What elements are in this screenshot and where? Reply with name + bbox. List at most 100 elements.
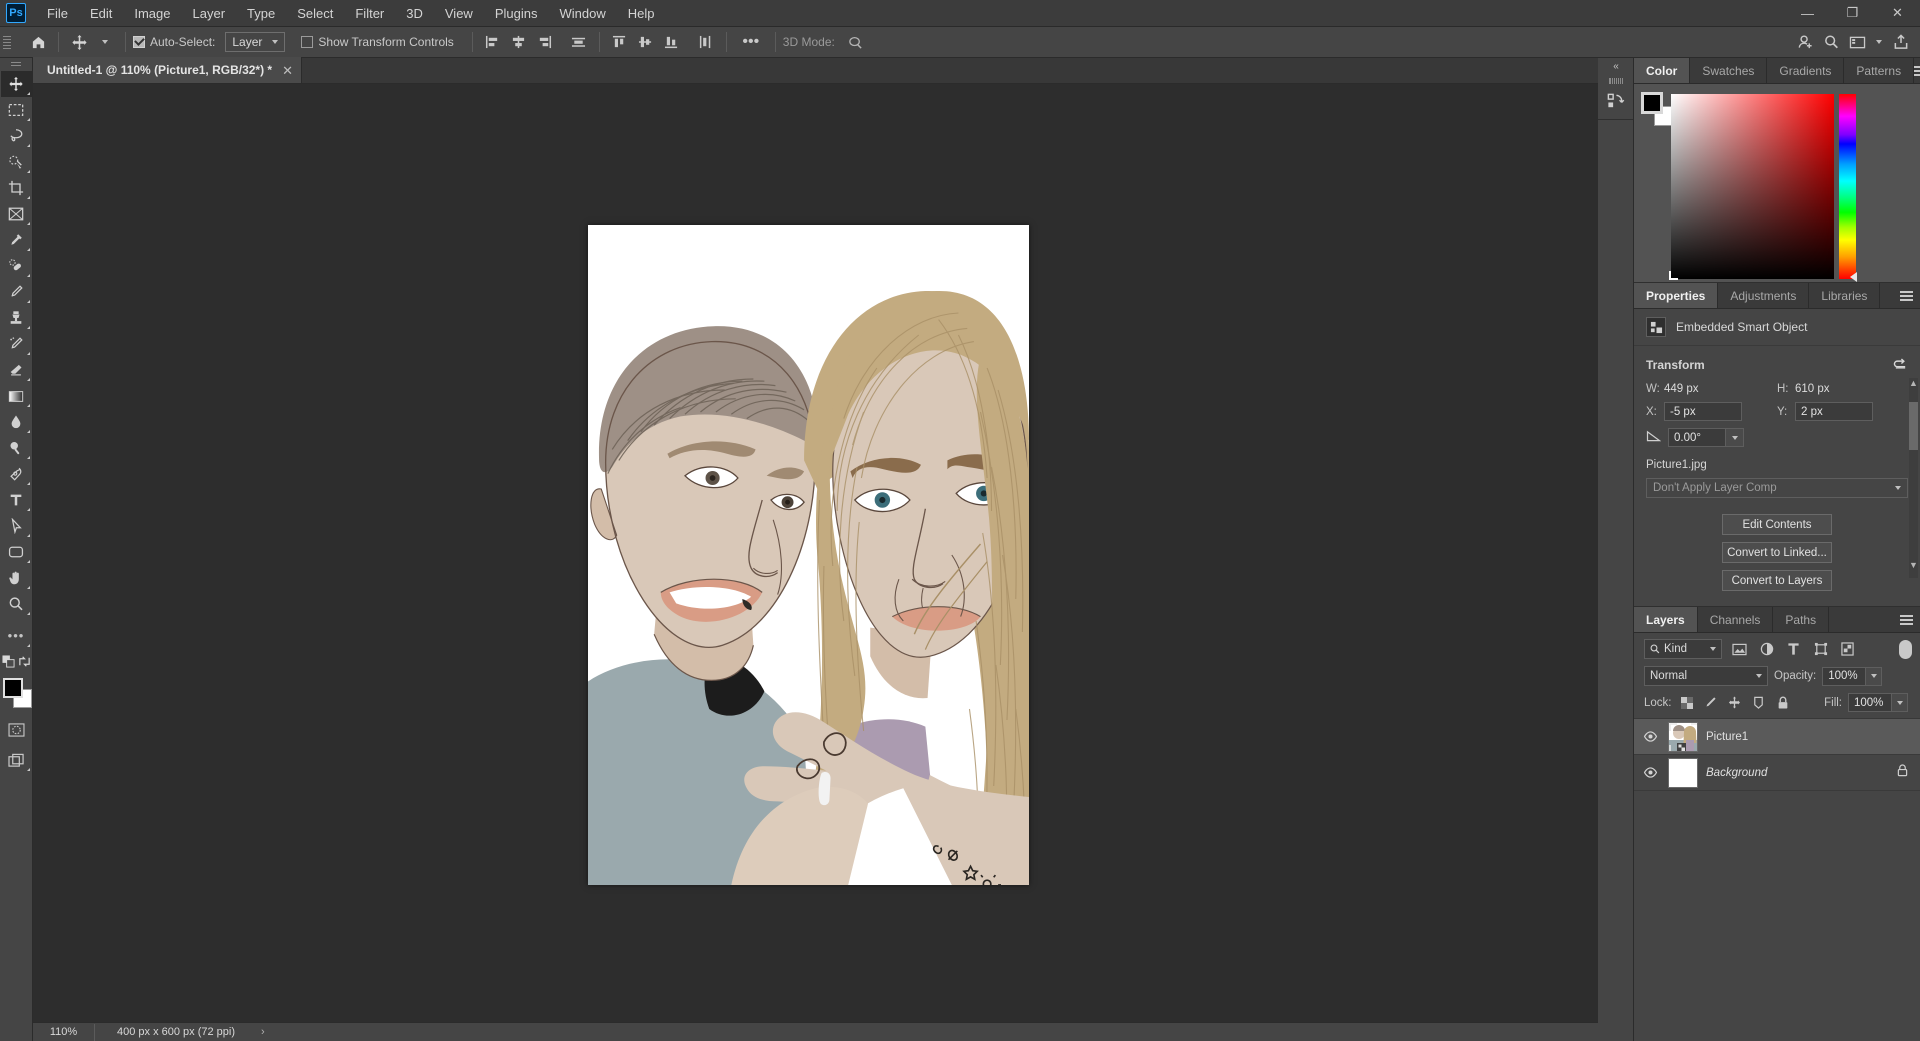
saturation-brightness-field[interactable] bbox=[1669, 94, 1834, 280]
minimize-button[interactable]: — bbox=[1785, 0, 1830, 27]
align-bottom-edges-icon[interactable] bbox=[659, 30, 685, 54]
menu-select[interactable]: Select bbox=[286, 2, 344, 25]
tab-channels[interactable]: Channels bbox=[1697, 607, 1774, 632]
more-options-button[interactable]: ••• bbox=[734, 30, 768, 54]
y-input[interactable]: 2 px bbox=[1795, 402, 1873, 421]
menu-layer[interactable]: Layer bbox=[182, 2, 237, 25]
tool-preset-chevron-icon[interactable] bbox=[92, 30, 118, 54]
layer-comp-dropdown[interactable]: Don't Apply Layer Comp bbox=[1646, 478, 1908, 498]
layer-visibility-eye-icon[interactable] bbox=[1640, 767, 1660, 778]
menu-filter[interactable]: Filter bbox=[344, 2, 395, 25]
panel-menu-icon[interactable] bbox=[1892, 283, 1920, 308]
distribute-vertically-icon[interactable] bbox=[693, 30, 719, 54]
type-filter-icon[interactable] bbox=[1784, 640, 1803, 658]
layer-name[interactable]: Picture1 bbox=[1706, 731, 1748, 743]
tool-lasso[interactable] bbox=[1, 123, 32, 149]
tab-color[interactable]: Color bbox=[1634, 58, 1691, 83]
convert-to-linked-button[interactable]: Convert to Linked... bbox=[1722, 542, 1832, 563]
angle-input[interactable]: 0.00° bbox=[1668, 428, 1726, 447]
tab-swatches[interactable]: Swatches bbox=[1690, 58, 1768, 83]
panel-menu-icon[interactable] bbox=[1892, 607, 1920, 632]
lock-artboard-icon[interactable] bbox=[1750, 694, 1768, 712]
align-top-edges-icon[interactable] bbox=[607, 30, 633, 54]
swap-colors-icon[interactable] bbox=[18, 655, 31, 673]
document-canvas[interactable] bbox=[588, 225, 1029, 885]
lock-transparency-icon[interactable] bbox=[1678, 694, 1696, 712]
home-icon[interactable] bbox=[25, 30, 51, 54]
tab-paths[interactable]: Paths bbox=[1773, 607, 1830, 632]
workspace-icon[interactable] bbox=[1844, 30, 1870, 54]
menu-plugins[interactable]: Plugins bbox=[484, 2, 549, 25]
options-bar-grip[interactable] bbox=[3, 31, 13, 53]
auto-select-checkbox[interactable] bbox=[133, 36, 145, 48]
layer-thumbnail[interactable] bbox=[1668, 757, 1698, 788]
auto-select-scope-dropdown[interactable]: Layer bbox=[225, 32, 286, 52]
screen-mode-icon[interactable] bbox=[1, 747, 32, 773]
tab-gradients[interactable]: Gradients bbox=[1767, 58, 1845, 83]
rail-grip[interactable] bbox=[1608, 78, 1623, 84]
tool-horizontal-type[interactable] bbox=[1, 487, 32, 513]
adjustment-filter-icon[interactable] bbox=[1757, 640, 1776, 658]
toolbar-grip[interactable] bbox=[11, 60, 21, 68]
blend-mode-dropdown[interactable]: Normal bbox=[1644, 666, 1768, 686]
reset-icon[interactable] bbox=[1893, 356, 1908, 373]
menu-file[interactable]: File bbox=[36, 2, 79, 25]
move-tool-icon[interactable] bbox=[66, 30, 92, 54]
menu-window[interactable]: Window bbox=[548, 2, 616, 25]
tab-libraries[interactable]: Libraries bbox=[1809, 283, 1881, 308]
hue-slider[interactable] bbox=[1839, 94, 1857, 282]
panel-menu-icon[interactable] bbox=[1914, 58, 1920, 83]
canvas-area[interactable] bbox=[33, 84, 1598, 1022]
tool-dodge[interactable] bbox=[1, 435, 32, 461]
layer-name[interactable]: Background bbox=[1706, 767, 1767, 779]
tool-pen[interactable] bbox=[1, 461, 32, 487]
document-tab[interactable]: Untitled-1 @ 110% (Picture1, RGB/32*) * … bbox=[33, 57, 303, 83]
foreground-color-swatch[interactable] bbox=[2, 678, 23, 698]
menu-3d[interactable]: 3D bbox=[395, 2, 434, 25]
tool-brush[interactable] bbox=[1, 279, 32, 305]
foreground-color-swatch[interactable] bbox=[1641, 92, 1663, 114]
smart-object-filter-icon[interactable] bbox=[1838, 640, 1857, 658]
tab-properties[interactable]: Properties bbox=[1634, 283, 1719, 308]
x-input[interactable]: -5 px bbox=[1664, 402, 1742, 421]
tool-object-selection[interactable] bbox=[1, 149, 32, 175]
tool-hand[interactable] bbox=[1, 565, 32, 591]
show-transform-checkbox-wrap[interactable]: Show Transform Controls bbox=[301, 35, 454, 49]
color-picker-panel[interactable] bbox=[1634, 84, 1920, 282]
layer-thumbnail[interactable] bbox=[1668, 721, 1698, 752]
properties-scrollbar[interactable]: ▲ ▼ bbox=[1909, 378, 1918, 578]
opacity-dropdown-icon[interactable] bbox=[1866, 666, 1883, 686]
pixel-filter-icon[interactable] bbox=[1730, 640, 1749, 658]
align-left-edges-icon[interactable] bbox=[480, 30, 506, 54]
tool-blur[interactable] bbox=[1, 409, 32, 435]
scroll-down-arrow-icon[interactable]: ▼ bbox=[1909, 560, 1918, 570]
libraries-icon[interactable] bbox=[1598, 86, 1632, 116]
align-right-edges-icon[interactable] bbox=[532, 30, 558, 54]
layer-visibility-eye-icon[interactable] bbox=[1640, 731, 1660, 742]
tool-eyedropper[interactable] bbox=[1, 227, 32, 253]
tool-history-brush[interactable] bbox=[1, 331, 32, 357]
opacity-input[interactable]: 100% bbox=[1822, 666, 1867, 686]
distribute-horizontally-icon[interactable] bbox=[566, 30, 592, 54]
tool-edit-toolbar[interactable]: ••• bbox=[1, 623, 32, 649]
tool-move[interactable] bbox=[0, 71, 32, 97]
lock-image-icon[interactable] bbox=[1702, 694, 1720, 712]
collapse-panels-button[interactable]: « bbox=[1598, 58, 1633, 74]
default-colors-icon[interactable] bbox=[1, 655, 15, 673]
fill-input[interactable]: 100% bbox=[1848, 693, 1892, 712]
scroll-up-arrow-icon[interactable]: ▲ bbox=[1909, 378, 1918, 388]
align-horizontal-centers-icon[interactable] bbox=[506, 30, 532, 54]
close-icon[interactable]: ✕ bbox=[282, 64, 293, 77]
layer-row-background[interactable]: Background bbox=[1634, 755, 1920, 791]
auto-select-checkbox-wrap[interactable]: Auto-Select: bbox=[133, 35, 215, 49]
layer-filter-kind-dropdown[interactable]: Kind bbox=[1644, 639, 1722, 659]
close-button[interactable]: ✕ bbox=[1875, 0, 1920, 27]
tool-frame[interactable] bbox=[1, 201, 32, 227]
search-icon[interactable] bbox=[1818, 30, 1844, 54]
lock-all-icon[interactable] bbox=[1774, 694, 1792, 712]
lock-position-icon[interactable] bbox=[1726, 694, 1744, 712]
3d-orbit-icon[interactable] bbox=[843, 30, 869, 54]
tool-path-selection[interactable] bbox=[1, 513, 32, 539]
tool-crop[interactable] bbox=[1, 175, 32, 201]
convert-to-layers-button[interactable]: Convert to Layers bbox=[1722, 570, 1832, 591]
